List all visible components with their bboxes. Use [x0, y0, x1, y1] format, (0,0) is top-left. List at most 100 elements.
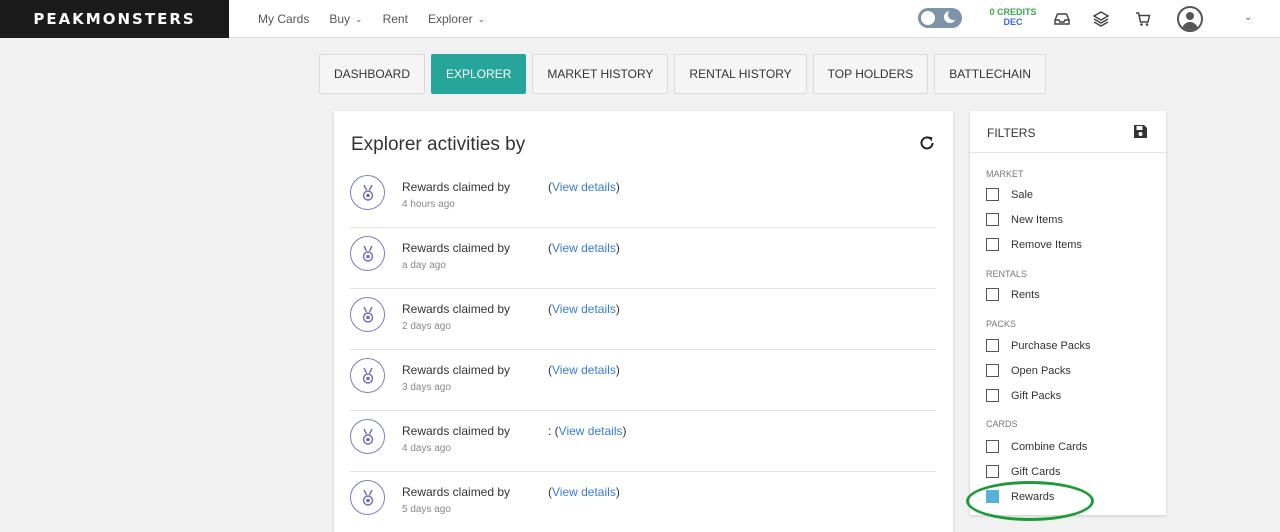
filter-checkbox[interactable]: [986, 440, 999, 453]
view-details-link[interactable]: View details: [552, 302, 616, 316]
activity-text: Rewards claimed by: [402, 424, 511, 438]
medal-icon: [350, 480, 385, 515]
nav-explorer[interactable]: Explorer ⌄: [418, 12, 495, 26]
view-details-wrapper: (View details): [548, 241, 620, 255]
activity-time: 4 days ago: [402, 443, 451, 454]
filter-option[interactable]: Combine Cards: [986, 440, 1087, 453]
view-details-wrapper: : (View details): [548, 424, 627, 438]
credits-display[interactable]: 0 CREDITS DEC: [984, 7, 1042, 27]
filter-option-label: Open Packs: [1011, 364, 1071, 377]
tab-market-history[interactable]: MARKET HISTORY: [532, 54, 669, 94]
moon-icon: [944, 9, 959, 23]
filter-checkbox[interactable]: [986, 339, 999, 352]
logo[interactable]: PEAKMONSTERS: [0, 0, 229, 38]
filter-checkbox[interactable]: [986, 188, 999, 201]
main-nav: My Cards Buy ⌄ Rent Explorer ⌄: [248, 0, 495, 38]
filter-checkbox[interactable]: [986, 288, 999, 301]
view-details-link[interactable]: View details: [552, 241, 616, 255]
medal-icon: [350, 419, 385, 454]
filter-option-label: Rents: [1011, 288, 1040, 301]
layers-icon[interactable]: [1092, 10, 1110, 28]
filter-option-label: Sale: [1011, 188, 1034, 201]
tab-dashboard[interactable]: DASHBOARD: [319, 54, 426, 94]
cart-icon[interactable]: [1134, 10, 1152, 28]
filter-option[interactable]: Gift Packs: [986, 389, 1061, 402]
filter-option[interactable]: Rents: [986, 288, 1040, 301]
filter-option[interactable]: Sale: [986, 188, 1033, 201]
inbox-icon[interactable]: [1053, 10, 1071, 28]
activity-time: 3 days ago: [402, 382, 451, 393]
filter-checkbox[interactable]: [986, 238, 999, 251]
filter-option[interactable]: Purchase Packs: [986, 339, 1090, 352]
link-suffix: ): [615, 180, 620, 194]
chevron-down-icon: ⌄: [477, 13, 486, 24]
activity-row: Rewards claimed by 4 days ago : (View deta…: [350, 411, 936, 472]
nav-rent[interactable]: Rent: [373, 12, 418, 26]
credits-amount: 0 CREDITS: [989, 7, 1037, 17]
tab-explorer[interactable]: EXPLORER: [431, 54, 527, 94]
filter-option-label: Purchase Packs: [1011, 339, 1091, 352]
filter-group-label: PACKS: [986, 319, 1016, 329]
activity-row: Rewards claimed by 3 days ago (View detail…: [350, 350, 936, 411]
activity-text: Rewards claimed by: [402, 302, 511, 316]
filter-option-label: Remove Items: [1011, 238, 1082, 251]
nav-my-cards-label: My Cards: [258, 12, 310, 26]
filter-checkbox[interactable]: [986, 490, 999, 503]
filter-option[interactable]: Rewards: [986, 490, 1054, 503]
link-suffix: ): [615, 302, 620, 316]
refresh-icon[interactable]: [918, 134, 936, 152]
toggle-knob: [921, 11, 935, 25]
view-details-link[interactable]: View details: [552, 363, 616, 377]
activity-row: Rewards claimed by a day ago (View details…: [350, 228, 936, 289]
filters-header: FILTERS: [970, 111, 1166, 153]
activity-list: Rewards claimed by 4 hours ago (View detai…: [350, 167, 936, 532]
activity-text: Rewards claimed by: [402, 363, 511, 377]
nav-buy-label: Buy: [329, 12, 351, 26]
link-suffix: ): [615, 241, 620, 255]
filter-option-label: Combine Cards: [1011, 440, 1088, 453]
activity-row: Rewards claimed by 4 hours ago (View detai…: [350, 167, 936, 228]
credits-currency: DEC: [1003, 17, 1023, 27]
view-details-wrapper: (View details): [548, 485, 620, 499]
tab-top-holders[interactable]: TOP HOLDERS: [812, 54, 929, 94]
filter-option[interactable]: Remove Items: [986, 238, 1082, 251]
explorer-tabs: DASHBOARD EXPLORER MARKET HISTORY RENTAL…: [319, 54, 1047, 94]
filter-option-label: Gift Packs: [1011, 389, 1062, 402]
filter-checkbox[interactable]: [986, 465, 999, 478]
view-details-link[interactable]: View details: [552, 180, 616, 194]
medal-icon: [350, 358, 385, 393]
user-avatar-icon[interactable]: [1177, 6, 1203, 32]
view-details-link[interactable]: View details: [559, 424, 623, 438]
account-chevron-down-icon[interactable]: ⌄: [1244, 12, 1252, 23]
tab-battlechain[interactable]: BATTLECHAIN: [934, 54, 1047, 94]
filter-option[interactable]: Gift Cards: [986, 465, 1061, 478]
save-icon[interactable]: [1133, 124, 1148, 139]
view-details-wrapper: (View details): [548, 180, 620, 194]
theme-toggle[interactable]: [918, 8, 962, 28]
avatar-body: [1182, 22, 1198, 30]
activity-text: Rewards claimed by: [402, 485, 511, 499]
activity-time: 2 days ago: [402, 321, 451, 332]
filter-option[interactable]: New Items: [986, 213, 1063, 226]
view-details-link[interactable]: View details: [552, 485, 616, 499]
activity-time: 5 days ago: [402, 504, 451, 515]
medal-icon: [350, 175, 385, 210]
link-suffix: ): [615, 363, 620, 377]
avatar-head: [1186, 12, 1194, 20]
filter-option[interactable]: Open Packs: [986, 364, 1071, 377]
chevron-down-icon: ⌄: [355, 13, 363, 24]
nav-my-cards[interactable]: My Cards: [248, 12, 319, 26]
tab-rental-history[interactable]: RENTAL HISTORY: [674, 54, 807, 94]
filter-group-label: MARKET: [986, 169, 1024, 179]
page-title: Explorer activities by: [351, 134, 526, 155]
top-navbar: PEAKMONSTERS My Cards Buy ⌄ Rent Explorer…: [0, 0, 1280, 38]
filter-checkbox[interactable]: [986, 364, 999, 377]
activity-time: a day ago: [402, 260, 446, 271]
filter-checkbox[interactable]: [986, 213, 999, 226]
view-details-wrapper: (View details): [548, 302, 620, 316]
nav-buy[interactable]: Buy ⌄: [319, 12, 372, 26]
filter-option-label: Gift Cards: [1011, 465, 1061, 478]
filter-checkbox[interactable]: [986, 389, 999, 402]
logo-text: PEAKMONSTERS: [33, 10, 196, 28]
activity-time: 4 hours ago: [402, 199, 455, 210]
